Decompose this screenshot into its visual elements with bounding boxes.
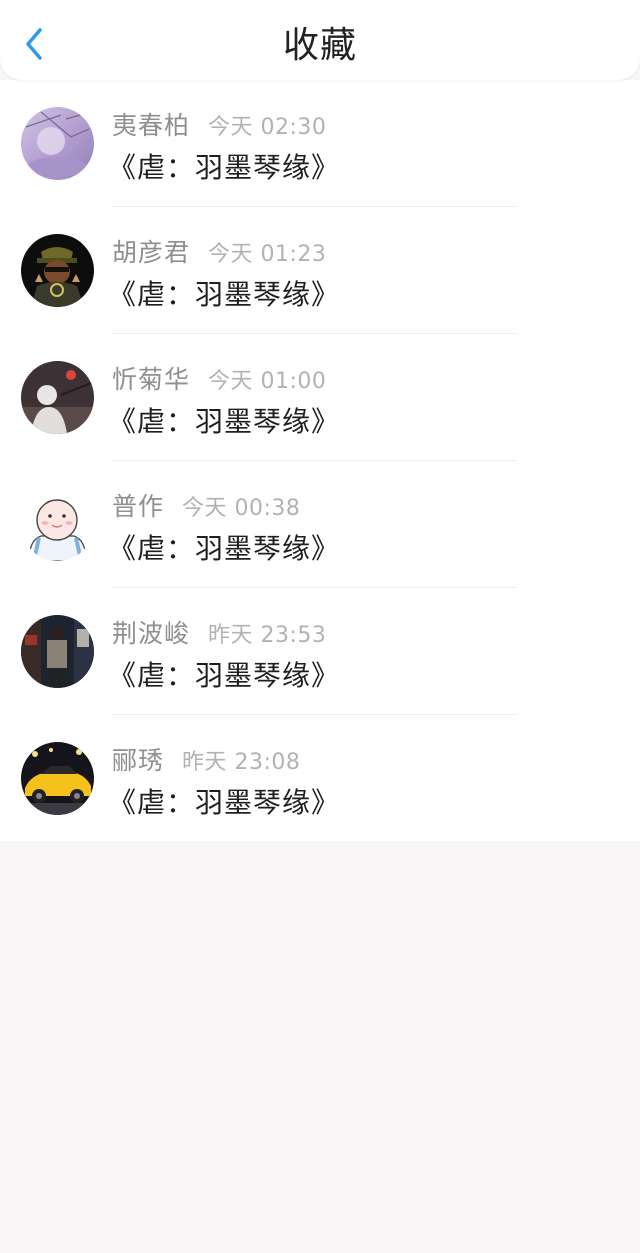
user-name: 郦琇 xyxy=(112,746,165,775)
favorite-title[interactable]: 《虐：羽墨琴缘》 xyxy=(108,654,340,694)
favorites-list: 夷春柏 今天 02:30 《虐：羽墨琴缘》 胡彦君 今天 01:23 《虐：羽墨… xyxy=(0,80,640,841)
list-item[interactable]: 忻菊华 今天 01:00 《虐：羽墨琴缘》 xyxy=(0,334,640,461)
avatar[interactable] xyxy=(21,361,94,434)
favorite-title[interactable]: 《虐：羽墨琴缘》 xyxy=(108,400,340,440)
list-item[interactable]: 夷春柏 今天 02:30 《虐：羽墨琴缘》 xyxy=(0,80,640,207)
user-name: 荆波峻 xyxy=(112,619,191,648)
user-name: 胡彦君 xyxy=(112,238,191,267)
favorite-title[interactable]: 《虐：羽墨琴缘》 xyxy=(108,781,340,821)
timestamp: 今天 01:23 xyxy=(208,242,327,267)
timestamp: 今天 01:00 xyxy=(208,369,327,394)
avatar[interactable] xyxy=(21,742,94,815)
user-name: 夷春柏 xyxy=(112,111,191,140)
timestamp: 今天 02:30 xyxy=(208,115,327,140)
avatar[interactable] xyxy=(21,615,94,688)
page-title: 收藏 xyxy=(282,25,357,66)
list-item[interactable]: 胡彦君 今天 01:23 《虐：羽墨琴缘》 xyxy=(0,207,640,334)
favorite-title[interactable]: 《虐：羽墨琴缘》 xyxy=(108,146,340,186)
user-name: 普作 xyxy=(112,492,165,521)
favorite-title[interactable]: 《虐：羽墨琴缘》 xyxy=(108,527,340,567)
avatar[interactable] xyxy=(21,234,94,307)
user-name: 忻菊华 xyxy=(112,365,191,394)
list-item[interactable]: 荆波峻 昨天 23:53 《虐：羽墨琴缘》 xyxy=(0,588,640,715)
timestamp: 今天 00:38 xyxy=(182,496,301,521)
list-item[interactable]: 普作 今天 00:38 《虐：羽墨琴缘》 xyxy=(0,461,640,588)
favorite-title[interactable]: 《虐：羽墨琴缘》 xyxy=(108,273,340,313)
timestamp: 昨天 23:08 xyxy=(182,750,301,775)
timestamp: 昨天 23:53 xyxy=(208,623,327,648)
avatar[interactable] xyxy=(21,107,94,180)
header-bar: 收藏 xyxy=(0,0,640,80)
avatar[interactable] xyxy=(21,488,94,561)
list-item[interactable]: 郦琇 昨天 23:08 《虐：羽墨琴缘》 xyxy=(0,715,640,842)
